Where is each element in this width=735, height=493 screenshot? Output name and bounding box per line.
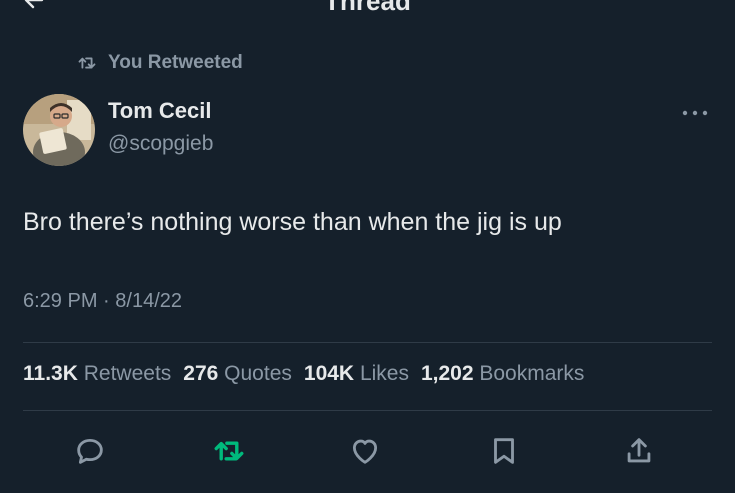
retweets-label: Retweets — [83, 362, 172, 385]
more-options-icon[interactable] — [680, 108, 710, 118]
likes-label: Likes — [359, 362, 409, 385]
bookmarks-label: Bookmarks — [479, 362, 585, 385]
like-button[interactable] — [348, 434, 382, 468]
timestamp-separator: · — [103, 290, 110, 312]
retweets-stat[interactable]: 11.3K Retweets — [23, 362, 171, 385]
retweet-button[interactable] — [212, 434, 246, 468]
reply-button[interactable] — [73, 434, 107, 468]
author-handle[interactable]: @scopgieb — [108, 132, 213, 156]
action-bar — [0, 434, 735, 470]
retweet-notice: You Retweeted — [76, 51, 243, 75]
bookmarks-stat[interactable]: 1,202 Bookmarks — [421, 362, 584, 385]
page-title: Thread — [0, 0, 735, 14]
tweet-date: 8/14/22 — [115, 290, 183, 312]
share-icon — [627, 438, 651, 463]
divider — [23, 342, 712, 343]
quotes-count: 276 — [183, 362, 219, 385]
bookmark-icon — [494, 438, 514, 464]
avatar[interactable] — [23, 94, 95, 166]
reply-icon — [77, 438, 103, 464]
bookmark-button[interactable] — [487, 434, 521, 468]
top-bar: Thread — [0, 0, 735, 14]
engagement-stats: 11.3K Retweets 276 Quotes 104K Likes 1,202 … — [23, 362, 596, 386]
tweet-text: Bro there’s nothing worse than when the … — [23, 208, 562, 236]
share-button[interactable] — [622, 434, 656, 468]
likes-count: 104K — [303, 362, 355, 385]
tweet-timestamp[interactable]: 6:29 PM · 8/14/22 — [23, 290, 182, 313]
likes-stat[interactable]: 104K Likes — [304, 362, 409, 385]
quotes-label: Quotes — [224, 362, 292, 385]
like-icon — [352, 439, 378, 464]
retweet-notice-label: You Retweeted — [108, 52, 243, 73]
retweet-icon — [214, 441, 244, 461]
retweet-icon — [78, 57, 96, 69]
quotes-stat[interactable]: 276 Quotes — [183, 362, 292, 385]
retweets-count: 11.3K — [23, 362, 78, 385]
bookmarks-count: 1,202 — [420, 362, 474, 385]
author-name[interactable]: Tom Cecil — [108, 98, 212, 124]
tweet-time: 6:29 PM — [23, 290, 98, 312]
divider — [23, 410, 712, 411]
